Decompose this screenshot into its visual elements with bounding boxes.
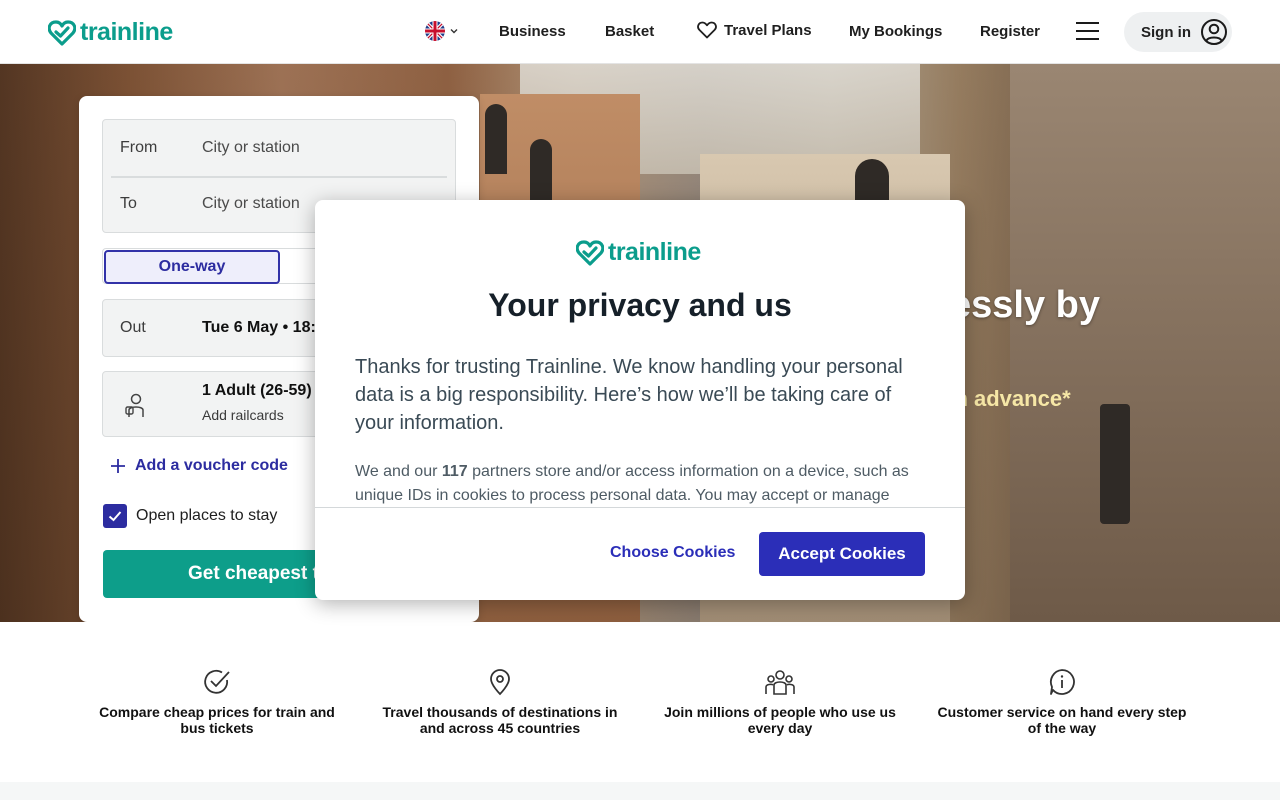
station-divider — [111, 176, 447, 178]
accept-cookies-button[interactable]: Accept Cookies — [759, 532, 925, 576]
add-railcards-link[interactable]: Add railcards — [202, 407, 284, 423]
map-pin-icon — [490, 669, 510, 696]
nav-travel-plans[interactable]: Travel Plans — [697, 21, 812, 39]
hero-window — [1100, 404, 1130, 524]
language-selector[interactable] — [425, 21, 459, 41]
check-circle-icon — [204, 669, 230, 694]
nav-my-bookings[interactable]: My Bookings — [849, 23, 942, 40]
info-bubble-icon — [1049, 669, 1075, 695]
add-voucher-button[interactable]: Add a voucher code — [109, 457, 288, 475]
hero-window — [530, 139, 552, 209]
nav-register[interactable]: Register — [980, 23, 1040, 40]
heart-logo-icon — [576, 239, 604, 266]
places-to-stay-checkbox[interactable] — [103, 504, 127, 528]
modal-body-prefix: We and our — [355, 463, 442, 480]
feature-compare: Compare cheap prices for train and bus t… — [92, 668, 342, 736]
people-icon — [765, 670, 795, 695]
from-input[interactable]: City or station — [202, 139, 300, 157]
passenger-icon — [125, 393, 144, 417]
choose-cookies-button[interactable]: Choose Cookies — [610, 544, 735, 562]
hero-window — [485, 104, 507, 174]
voucher-label: Add a voucher code — [135, 457, 288, 474]
modal-logo-wordmark: trainline — [608, 238, 701, 266]
modal-trainline-logo: trainline — [576, 238, 701, 267]
site-header: trainline Business Basket Travel Plans M… — [0, 0, 1280, 64]
places-to-stay-option: Open places to stay — [103, 504, 277, 528]
modal-body-text: We and our 117 partners store and/or acc… — [355, 460, 925, 508]
hero-building-right — [1010, 64, 1280, 622]
checkmark-icon — [108, 511, 122, 522]
feature-destinations: Travel thousands of destinations in and … — [375, 668, 625, 736]
nav-travel-plans-label: Travel Plans — [724, 21, 812, 39]
plus-icon — [111, 459, 125, 473]
feature-support: Customer service on hand every step of t… — [937, 668, 1187, 736]
footer-strip — [0, 782, 1280, 800]
hero-headline: essly by — [950, 284, 1100, 326]
feature-community: Join millions of people who use us every… — [655, 668, 905, 736]
modal-divider — [315, 507, 965, 508]
feature-support-text: Customer service on hand every step of t… — [937, 704, 1187, 736]
modal-lead-text: Thanks for trusting Trainline. We know h… — [355, 356, 903, 434]
trainline-logo[interactable]: trainline — [48, 18, 173, 47]
to-label: To — [120, 195, 137, 212]
out-value: Tue 6 May • 18: — [202, 319, 316, 336]
chevron-down-icon — [450, 29, 458, 34]
from-label: From — [120, 139, 158, 156]
tab-one-way[interactable]: One-way — [104, 250, 280, 284]
nav-business[interactable]: Business — [499, 23, 566, 40]
passenger-summary: 1 Adult (26-59) — [202, 382, 312, 399]
heart-logo-icon — [48, 19, 76, 46]
privacy-modal: trainline Your privacy and us Thanks for… — [315, 200, 965, 600]
out-label: Out — [120, 319, 146, 336]
feature-destinations-text: Travel thousands of destinations in and … — [382, 704, 618, 736]
feature-compare-text: Compare cheap prices for train and bus t… — [99, 704, 335, 736]
places-to-stay-label: Open places to stay — [136, 507, 278, 524]
nav-basket[interactable]: Basket — [605, 23, 654, 40]
sign-in-button[interactable]: Sign in — [1124, 12, 1232, 52]
feature-community-text: Join millions of people who use us every… — [664, 704, 896, 736]
user-avatar-icon — [1201, 19, 1227, 45]
modal-title: Your privacy and us — [488, 287, 792, 323]
uk-flag-icon — [425, 21, 445, 41]
features-row: Compare cheap prices for train and bus t… — [0, 622, 1280, 782]
to-input[interactable]: City or station — [202, 195, 300, 213]
sign-in-label: Sign in — [1141, 23, 1191, 41]
heart-icon — [697, 21, 717, 39]
menu-icon[interactable] — [1076, 22, 1100, 42]
partners-count: 117 — [441, 463, 468, 480]
logo-wordmark: trainline — [80, 18, 173, 46]
